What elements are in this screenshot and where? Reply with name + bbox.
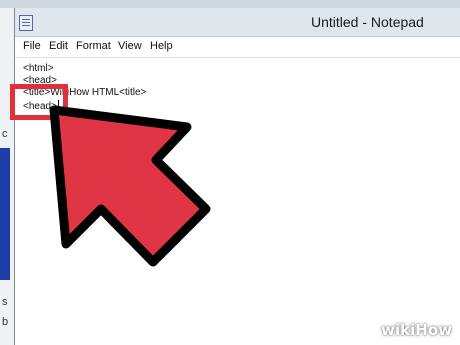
arrow-cursor-icon — [49, 105, 211, 267]
wikihow-watermark: wikiHow — [381, 321, 452, 339]
arrow-cursor-shape — [49, 105, 211, 267]
